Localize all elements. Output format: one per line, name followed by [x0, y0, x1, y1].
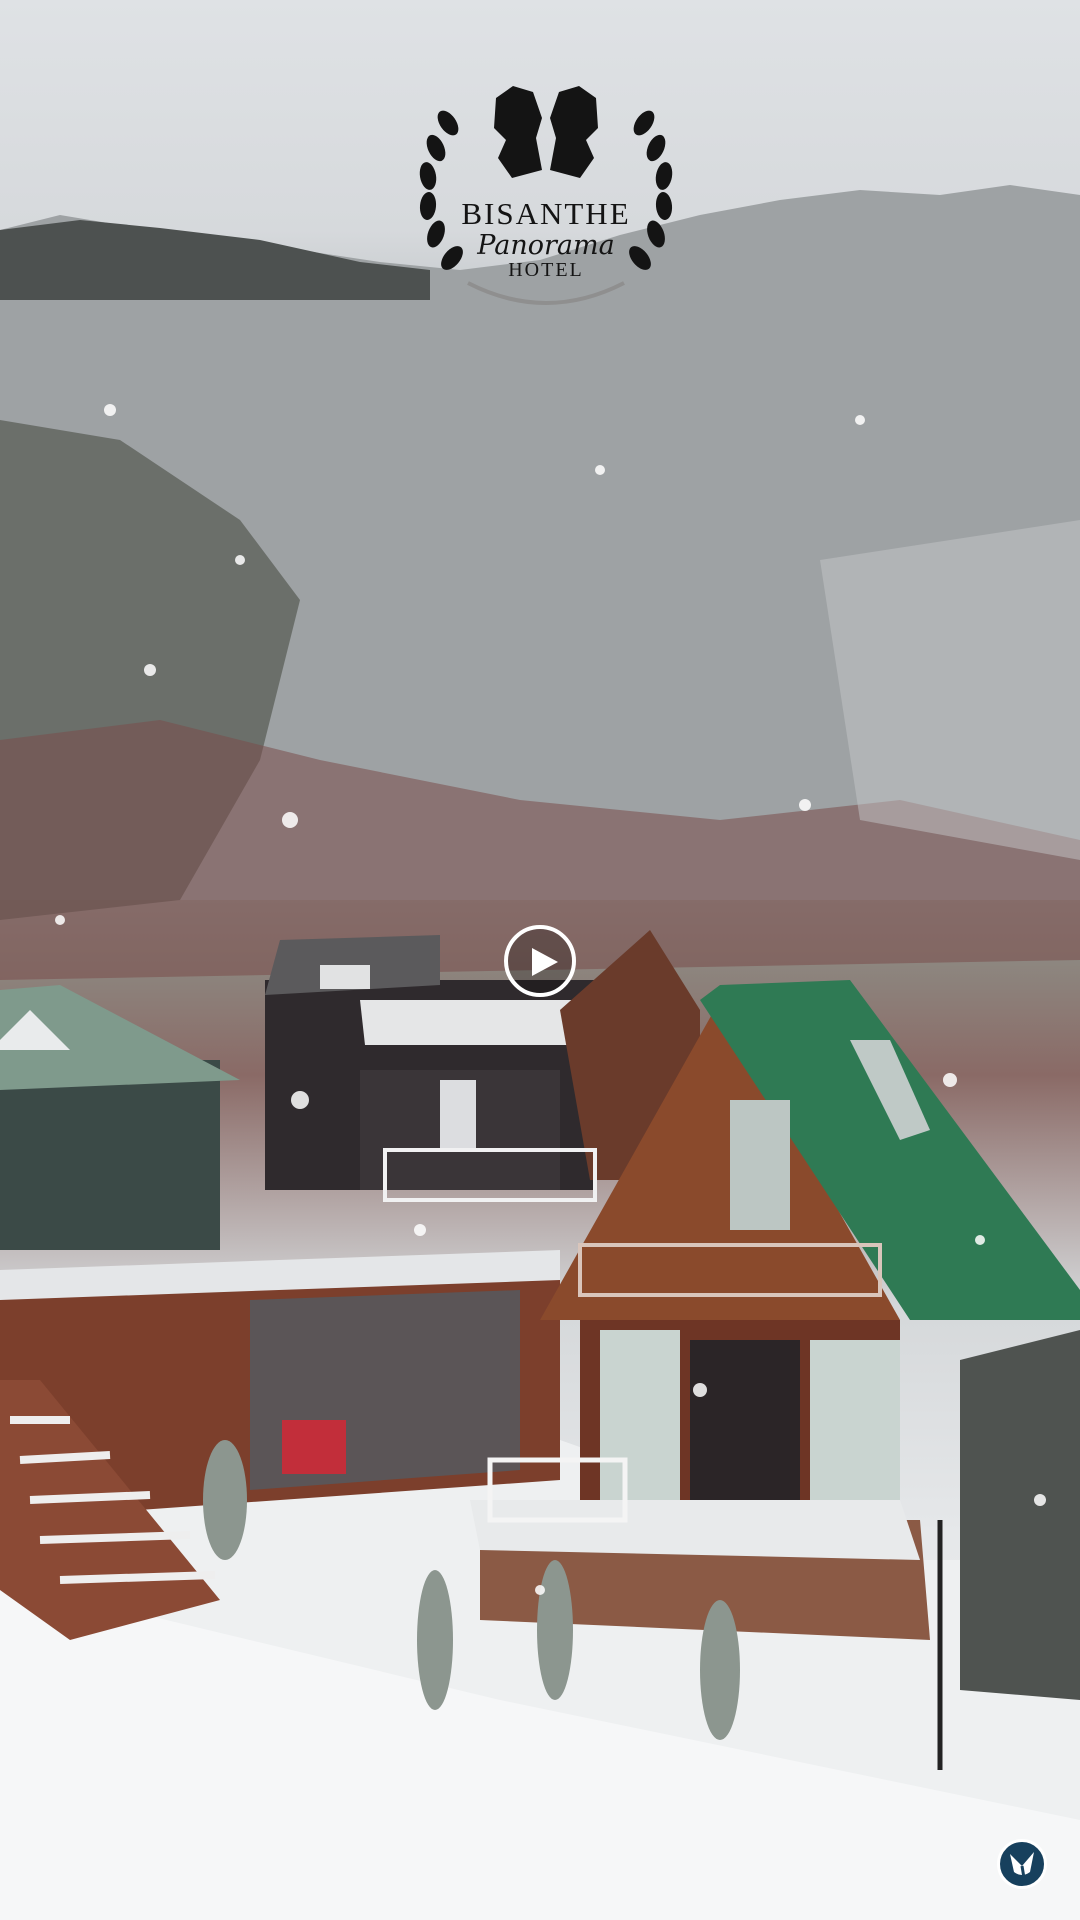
app-watermark-icon: [1010, 1852, 1034, 1879]
logo-line-panorama: Panorama: [477, 230, 615, 261]
logo-line-bisanthe: BISANTHE: [461, 196, 631, 231]
video-frame[interactable]: BISANTHE Panorama HOTEL: [0, 0, 1080, 1920]
logo-line-hotel: HOTEL: [508, 259, 584, 281]
play-button[interactable]: [504, 925, 576, 997]
app-watermark-badge: [997, 1839, 1047, 1889]
play-icon: [532, 948, 558, 976]
hotel-logo: BISANTHE Panorama HOTEL: [408, 78, 684, 328]
